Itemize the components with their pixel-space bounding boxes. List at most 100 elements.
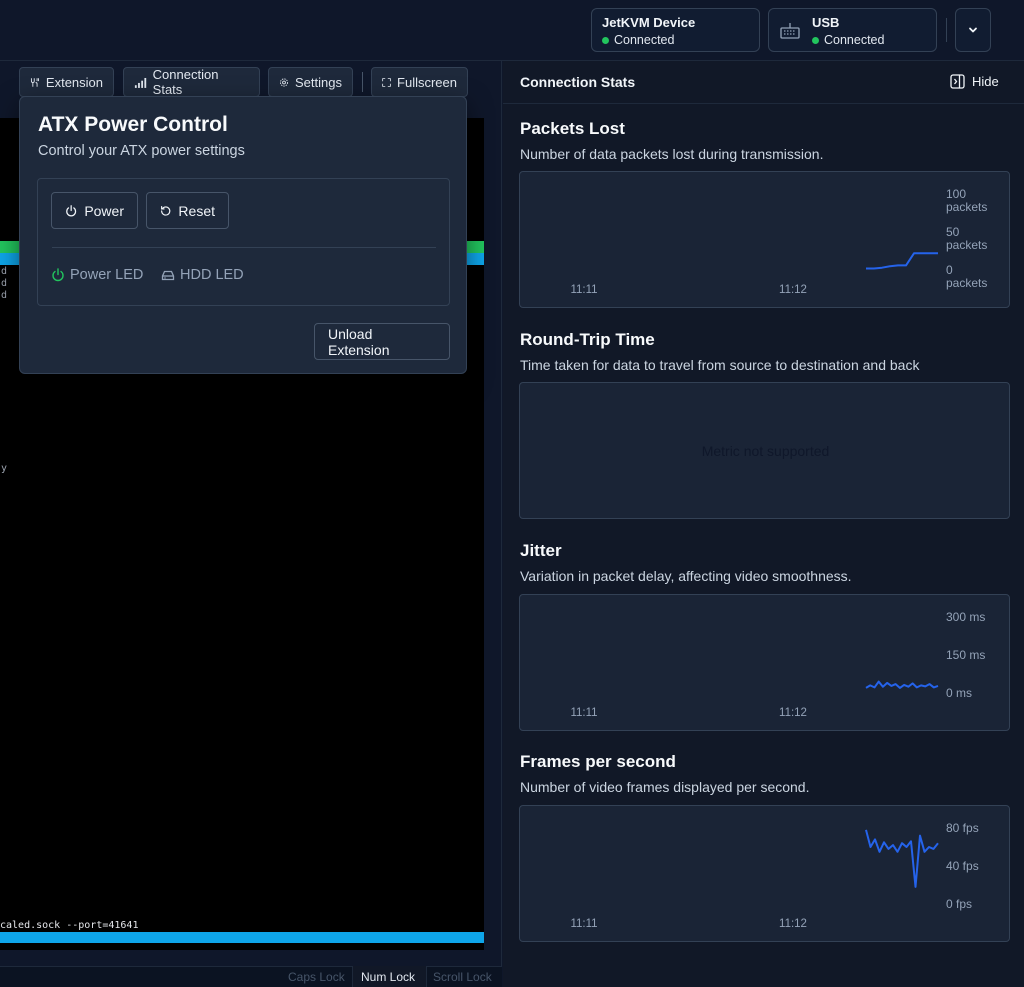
fps-desc: Number of video frames displayed per sec… bbox=[520, 779, 810, 795]
packets-lost-desc: Number of data packets lost during trans… bbox=[520, 146, 824, 162]
x-tick-label: 11:12 bbox=[779, 918, 807, 930]
y-tick-label: 50 packets bbox=[946, 225, 987, 252]
fps-plot: 80 fps 40 fps 0 fps 11:11 11:12 bbox=[570, 821, 979, 930]
jitter-plot: 300 ms 150 ms 0 ms 11:11 11:12 bbox=[570, 610, 985, 719]
fps-chart: 80 fps 40 fps 0 fps 11:11 11:12 bbox=[519, 805, 1010, 942]
power-led-icon bbox=[52, 268, 64, 282]
jitter-chart: 300 ms 150 ms 0 ms 11:11 11:12 bbox=[519, 594, 1010, 731]
terminal-status-bar bbox=[0, 932, 484, 943]
atx-title: ATX Power Control bbox=[38, 113, 228, 136]
rtt-desc: Time taken for data to travel from sourc… bbox=[520, 357, 920, 373]
hdd-led-indicator: HDD LED bbox=[161, 267, 244, 283]
power-led-label: Power LED bbox=[70, 267, 144, 283]
reset-icon bbox=[161, 205, 171, 216]
fullscreen-label: Fullscreen bbox=[397, 74, 457, 90]
y-tick-label: 0 fps bbox=[946, 897, 972, 911]
unload-extension-button[interactable]: Unload Extension bbox=[314, 323, 450, 360]
hide-label: Hide bbox=[972, 74, 999, 89]
packets-lost-plot: 100 packets50 packets0 packets11:11 11:12 bbox=[570, 187, 987, 296]
stats-title: Connection Stats bbox=[520, 74, 636, 90]
x-tick-label: 11:11 bbox=[570, 707, 597, 719]
extension-label: Extension bbox=[45, 74, 103, 90]
fullscreen-icon bbox=[382, 77, 391, 87]
metric-not-supported-message: Metric not supported bbox=[701, 443, 830, 459]
y-tick-label-line: 150 ms bbox=[946, 648, 985, 662]
device-title: JetKVM Device bbox=[602, 15, 696, 30]
y-tick-label-line: 100 bbox=[946, 187, 966, 201]
rtt-title: Round-Trip Time bbox=[520, 330, 655, 349]
terminal-line: y bbox=[1, 463, 8, 474]
y-tick-label-line: 80 fps bbox=[946, 821, 979, 835]
series-line bbox=[866, 252, 938, 270]
usb-status-text: Connected bbox=[824, 33, 885, 47]
fps-title: Frames per second bbox=[520, 752, 676, 771]
atx-subtitle: Control your ATX power settings bbox=[38, 143, 245, 159]
scroll-lock-indicator: Scroll Lock bbox=[433, 970, 492, 984]
extension-button[interactable]: Extension bbox=[19, 67, 114, 97]
menu-dropdown-button[interactable] bbox=[955, 8, 991, 52]
toolbar-divider bbox=[362, 72, 363, 92]
keyboard-icon bbox=[780, 23, 800, 39]
hdd-led-label: HDD LED bbox=[180, 267, 244, 283]
x-tick-label: 11:11 bbox=[570, 284, 597, 296]
y-tick-label: 80 fps bbox=[946, 821, 979, 835]
y-tick-label: 0 packets bbox=[946, 263, 987, 290]
connection-stats-button[interactable]: Connection Stats bbox=[123, 67, 260, 97]
usb-status: Connected bbox=[812, 33, 926, 47]
status-dot-icon bbox=[602, 36, 609, 44]
y-tick-label-line: 0 bbox=[946, 263, 953, 277]
y-tick-label-line: 50 bbox=[946, 225, 960, 239]
series-line bbox=[865, 829, 939, 888]
y-tick-label: 40 fps bbox=[946, 859, 979, 873]
terminal-command-line: caled.sock --port=41641 bbox=[0, 920, 139, 931]
y-tick-label-line: 40 fps bbox=[946, 859, 979, 873]
y-tick-label-line: packets bbox=[946, 276, 987, 290]
terminal-line: d bbox=[1, 266, 8, 277]
x-tick-label: 11:12 bbox=[779, 284, 807, 296]
y-tick-label-line: 0 fps bbox=[946, 897, 972, 911]
usb-status-card[interactable]: USB Connected bbox=[768, 8, 937, 52]
num-lock-indicator: Num Lock bbox=[361, 970, 416, 984]
rtt-chart: Metric not supported bbox=[519, 382, 1010, 519]
packets-lost-chart: 100 packets 50 packets 0 packets 11:11 11:12 bbox=[519, 171, 1010, 308]
device-status-card[interactable]: JetKVM Device Connected bbox=[591, 8, 760, 52]
y-tick-label: 0 ms bbox=[946, 686, 972, 700]
reset-label: Reset bbox=[178, 202, 215, 219]
packets-lost-title: Packets Lost bbox=[520, 119, 625, 138]
series-line bbox=[865, 680, 939, 689]
y-tick-label: 100 packets bbox=[946, 187, 987, 214]
jitter-desc: Variation in packet delay, affecting vid… bbox=[520, 568, 852, 584]
power-led-indicator: Power LED bbox=[51, 267, 143, 283]
signal-bars-icon bbox=[134, 77, 147, 88]
power-button[interactable]: Power bbox=[51, 192, 138, 229]
terminal-line: d bbox=[1, 278, 8, 289]
panel-collapse-icon bbox=[950, 74, 965, 89]
power-label: Power bbox=[84, 202, 124, 219]
divider bbox=[946, 18, 947, 42]
fullscreen-button[interactable]: Fullscreen bbox=[371, 67, 468, 97]
status-dot-icon bbox=[812, 36, 819, 44]
connection-stats-label: Connection Stats bbox=[152, 67, 219, 97]
y-tick-label-line: 0 ms bbox=[946, 686, 972, 700]
reset-button[interactable]: Reset bbox=[146, 192, 229, 229]
terminal-line: d bbox=[1, 290, 8, 301]
device-status: Connected bbox=[602, 33, 749, 47]
x-tick-label: 11:11 bbox=[570, 918, 597, 930]
settings-button[interactable]: Settings bbox=[268, 67, 353, 97]
jitter-title: Jitter bbox=[520, 541, 562, 560]
gear-icon bbox=[279, 77, 289, 87]
hard-drive-icon bbox=[161, 270, 175, 281]
caps-lock-indicator: Caps Lock bbox=[288, 970, 345, 984]
y-tick-label-line: packets bbox=[946, 238, 987, 252]
power-icon bbox=[66, 204, 77, 216]
unload-extension-label: Unload Extension bbox=[328, 325, 390, 358]
extension-icon bbox=[30, 77, 39, 87]
usb-title: USB bbox=[812, 15, 840, 30]
atx-power-popover: ATX Power Control Control your ATX power… bbox=[19, 96, 467, 374]
hide-sidebar-button[interactable]: Hide bbox=[950, 74, 999, 89]
device-status-text: Connected bbox=[614, 33, 675, 47]
chevron-down-icon bbox=[969, 27, 977, 33]
x-tick-label: 11:12 bbox=[779, 707, 807, 719]
y-tick-label: 300 ms bbox=[946, 610, 985, 624]
y-tick-label-line: 300 ms bbox=[946, 610, 985, 624]
